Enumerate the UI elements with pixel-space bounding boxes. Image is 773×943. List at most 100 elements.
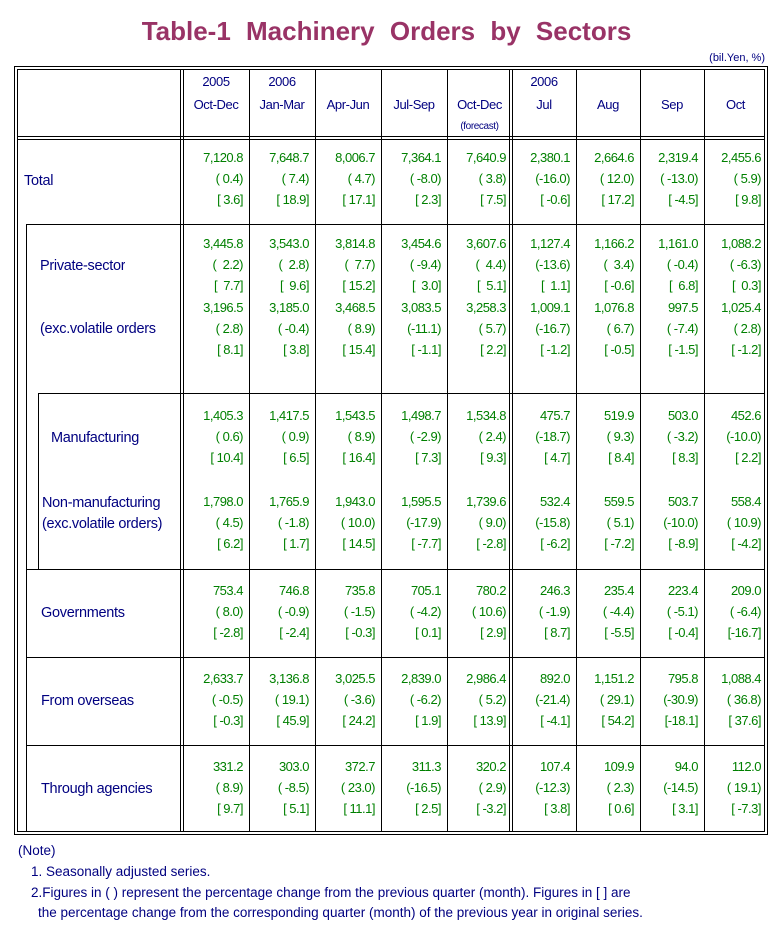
cell-qoq: ( 8.9) bbox=[347, 321, 376, 336]
cell-values: 1,127.4 bbox=[530, 236, 570, 251]
cell-values: 235.4 bbox=[603, 583, 635, 598]
note-item: 2.Figures in ( ) represent the percentag… bbox=[31, 885, 631, 900]
cell-qoq: ( 19.1) bbox=[726, 780, 762, 795]
cell-yoy: [ 6.5] bbox=[283, 450, 309, 465]
cell-values: 1,498.7 bbox=[401, 408, 441, 423]
column-header-period: Oct-Dec bbox=[193, 97, 239, 112]
cell-yoy: [ 6.2] bbox=[217, 536, 243, 551]
divider bbox=[764, 69, 765, 832]
cell-values: 1,534.8 bbox=[466, 408, 506, 423]
cell-values: 1,076.8 bbox=[594, 300, 634, 315]
cell-yoy: [ 45.9] bbox=[276, 713, 309, 728]
cell-yoy: [ -7.3] bbox=[731, 801, 761, 816]
cell-yoy: [-16.7] bbox=[727, 625, 762, 640]
cell-qoq: ( -0.9) bbox=[277, 604, 310, 619]
cell-values: 303.0 bbox=[278, 759, 310, 774]
cell-qoq: ( 5.1) bbox=[606, 515, 635, 530]
divider bbox=[38, 393, 765, 394]
cell-values: 94.0 bbox=[674, 759, 699, 774]
cell-values: 3,454.6 bbox=[401, 236, 441, 251]
cell-yoy: [ -0.5] bbox=[604, 342, 634, 357]
cell-values: 2,633.7 bbox=[203, 671, 243, 686]
cell-qoq: ( 2.8) bbox=[278, 257, 310, 272]
cell-qoq: ( 8.9) bbox=[347, 429, 376, 444]
cell-values: 1,943.0 bbox=[335, 494, 375, 509]
cell-values: 2,319.4 bbox=[658, 150, 698, 165]
row-label-non-manufacturing: (exc.volatile orders) bbox=[42, 516, 163, 532]
cell-qoq: (-10.0) bbox=[663, 515, 698, 530]
cell-qoq: ( 0.4) bbox=[215, 171, 244, 186]
cell-yoy: [ 15.4] bbox=[342, 342, 375, 357]
column-header-year: 2006 bbox=[268, 74, 296, 89]
cell-yoy: [ -0.4] bbox=[668, 625, 698, 640]
cell-qoq: (-11.1) bbox=[407, 321, 441, 336]
cell-qoq: (-15.8) bbox=[535, 515, 570, 530]
cell-qoq: ( -0.5) bbox=[211, 692, 244, 707]
cell-yoy: [ 14.5] bbox=[342, 536, 375, 551]
cell-values: 1,161.0 bbox=[658, 236, 698, 251]
cell-values: 7,648.7 bbox=[269, 150, 309, 165]
cell-values: 2,986.4 bbox=[466, 671, 506, 686]
cell-values: 331.2 bbox=[212, 759, 244, 774]
cell-qoq: (-10.0) bbox=[726, 429, 761, 444]
divider bbox=[26, 569, 765, 570]
cell-values: 3,607.6 bbox=[466, 236, 506, 251]
cell-qoq: ( 9.3) bbox=[606, 429, 635, 444]
cell-yoy: [ 9.8] bbox=[735, 192, 761, 207]
cell-yoy: [ 6.8] bbox=[668, 278, 699, 293]
cell-yoy: [ 7.7] bbox=[213, 278, 244, 293]
cell-values: 2,664.6 bbox=[594, 150, 634, 165]
divider bbox=[38, 393, 39, 570]
cell-yoy: [ 8.4] bbox=[608, 450, 634, 465]
divider bbox=[17, 136, 765, 137]
cell-values: 107.4 bbox=[539, 759, 571, 774]
cell-qoq: ( -2.9) bbox=[409, 429, 442, 444]
cell-values: 7,120.8 bbox=[203, 150, 243, 165]
cell-qoq: (-18.7) bbox=[535, 429, 570, 444]
cell-qoq: (-13.6) bbox=[535, 257, 570, 272]
cell-qoq: ( 2.4) bbox=[478, 429, 507, 444]
cell-yoy: [ -2.4] bbox=[279, 625, 309, 640]
cell-qoq: ( 7.7) bbox=[344, 257, 376, 272]
cell-qoq: ( 29.1) bbox=[599, 692, 635, 707]
cell-qoq: ( -6.2) bbox=[409, 692, 442, 707]
cell-qoq: ( 5.2) bbox=[478, 692, 507, 707]
cell-values: 311.3 bbox=[411, 759, 442, 774]
cell-values: 503.0 bbox=[667, 408, 699, 423]
cell-values: 519.9 bbox=[603, 408, 635, 423]
divider bbox=[14, 66, 15, 835]
cell-values: 780.2 bbox=[475, 583, 507, 598]
column-header-period: Jul bbox=[536, 97, 552, 112]
cell-yoy: [ 2.3] bbox=[415, 192, 441, 207]
cell-yoy: [ -7.2] bbox=[604, 536, 634, 551]
cell-values: 8,006.7 bbox=[335, 150, 375, 165]
row-label-governments: Governments bbox=[41, 605, 125, 621]
cell-qoq: ( -3.2) bbox=[666, 429, 699, 444]
cell-yoy: [ 5.1] bbox=[283, 801, 309, 816]
cell-qoq: ( 2.8) bbox=[733, 321, 762, 336]
cell-yoy: [ 3.6] bbox=[217, 192, 243, 207]
cell-qoq: ( 8.0) bbox=[215, 604, 244, 619]
cell-values: 209.0 bbox=[730, 583, 762, 598]
cell-qoq: (-16.7) bbox=[535, 321, 570, 336]
cell-yoy: [ 4.7] bbox=[544, 450, 570, 465]
cell-yoy: [ 2.5] bbox=[415, 801, 441, 816]
divider bbox=[14, 66, 768, 67]
cell-values: 112.0 bbox=[731, 759, 762, 774]
cell-yoy: [ 16.4] bbox=[342, 450, 375, 465]
cell-values: 1,595.5 bbox=[401, 494, 441, 509]
row-label-from-overseas: From overseas bbox=[41, 693, 134, 709]
cell-yoy: [ 17.2] bbox=[601, 192, 634, 207]
cell-yoy: [ -4.5] bbox=[668, 192, 698, 207]
cell-values: 559.5 bbox=[603, 494, 635, 509]
cell-yoy: [-18.1] bbox=[664, 713, 699, 728]
column-header-period: Oct bbox=[725, 97, 746, 112]
note-item: the percentage change from the correspon… bbox=[38, 905, 643, 920]
column-header-period: Jul-Sep bbox=[393, 97, 435, 112]
cell-values: 3,445.8 bbox=[203, 236, 243, 251]
cell-qoq: ( 5.9) bbox=[733, 171, 762, 186]
cell-values: 2,455.6 bbox=[721, 150, 761, 165]
divider bbox=[17, 831, 765, 832]
cell-values: 1,798.0 bbox=[203, 494, 243, 509]
cell-yoy: [ -4.2] bbox=[731, 536, 761, 551]
